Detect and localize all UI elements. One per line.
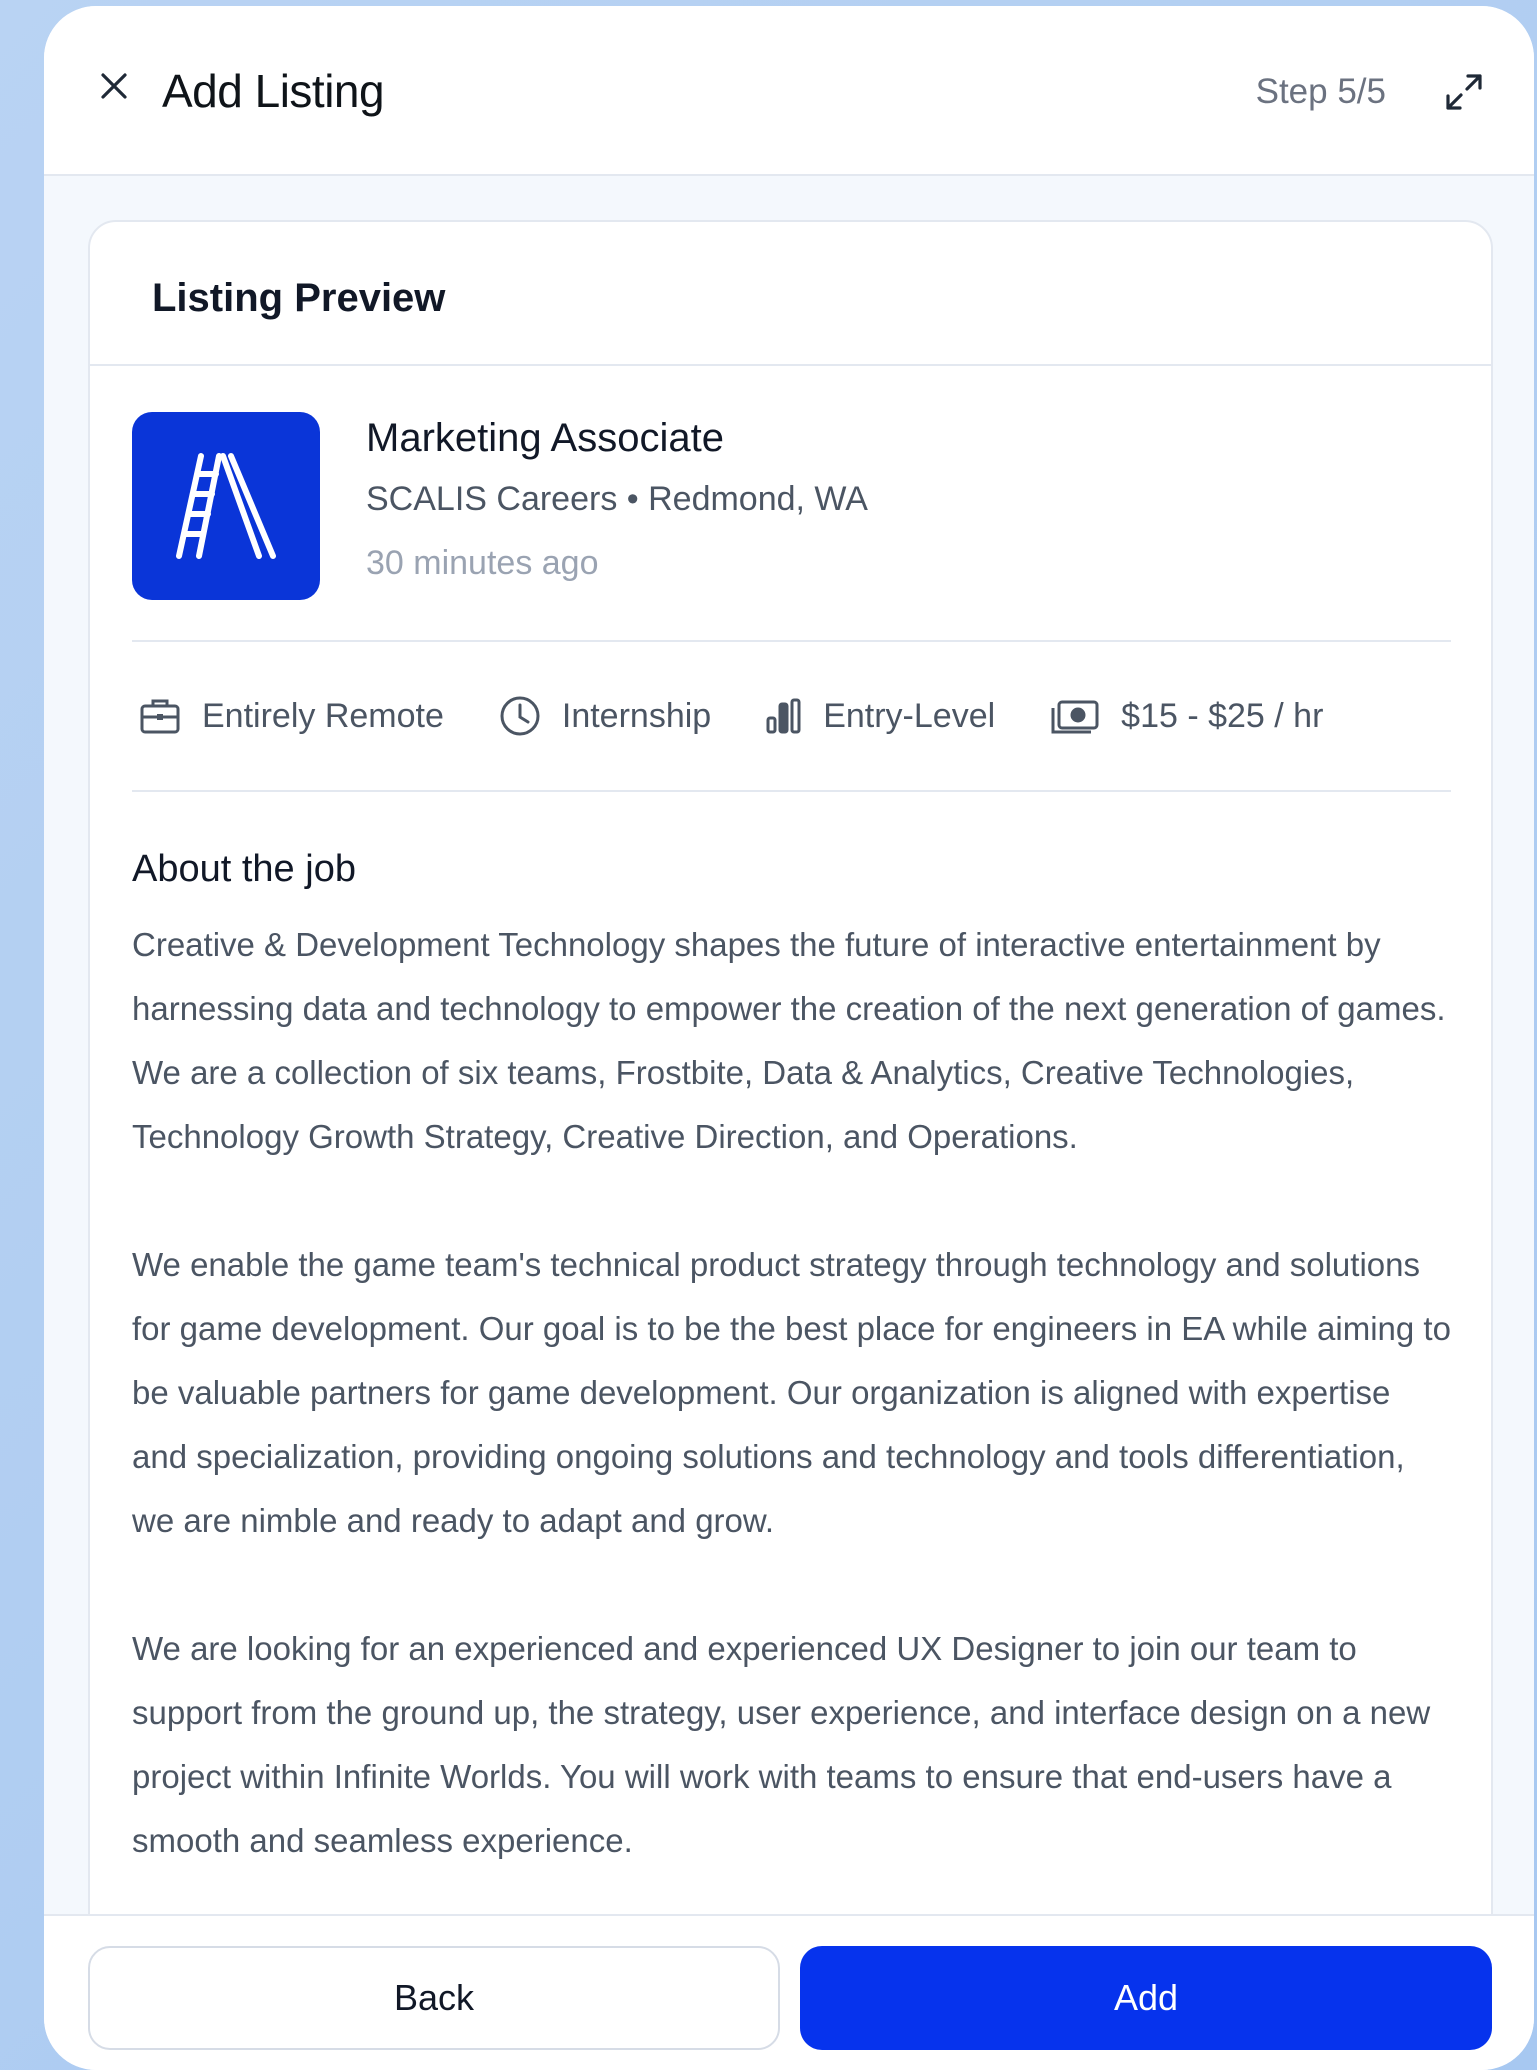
modal-footer: Back Add — [44, 1914, 1534, 2070]
money-icon — [1051, 700, 1099, 734]
modal-title: Add Listing — [162, 65, 385, 117]
tag-work-type: Entirely Remote — [138, 696, 444, 736]
tag-label: Internship — [561, 696, 712, 735]
add-button[interactable]: Add — [800, 1946, 1492, 2050]
tag-employment: Internship — [498, 694, 711, 738]
posted-time: 30 minutes ago — [366, 544, 599, 582]
tag-level: Entry-Level — [765, 696, 995, 736]
card-title: Listing Preview — [152, 276, 446, 320]
card-body: Marketing Associate SCALIS Careers • Red… — [90, 366, 1491, 1873]
clock-icon — [500, 696, 540, 736]
job-title: Marketing Associate — [366, 416, 724, 460]
job-header: Marketing Associate SCALIS Careers • Red… — [132, 366, 1451, 642]
about-heading: About the job — [132, 848, 356, 890]
bar-chart-icon — [766, 698, 801, 734]
back-button[interactable]: Back — [88, 1946, 780, 2050]
ladder-logo-icon — [176, 453, 276, 559]
briefcase-icon — [140, 699, 180, 734]
about-paragraph: We enable the game team's technical prod… — [132, 1246, 1451, 1539]
tag-pay: $15 - $25 / hr — [1049, 696, 1323, 736]
job-tags: Entirely Remote Internship Entry-Level $… — [132, 642, 1451, 792]
expand-icon[interactable] — [1442, 70, 1486, 114]
modal-header: Add Listing Step 5/5 — [44, 6, 1534, 176]
company-location: SCALIS Careers • Redmond, WA — [366, 480, 868, 518]
company-logo — [132, 412, 320, 600]
about-paragraph: Creative & Development Technology shapes… — [132, 926, 1446, 1155]
close-icon[interactable] — [96, 68, 132, 104]
step-indicator: Step 5/5 — [1255, 72, 1386, 111]
tag-label: Entirely Remote — [202, 696, 444, 735]
listing-preview-card: Listing Preview Marketing Associate SCAL… — [88, 220, 1493, 1960]
about-paragraph: We are looking for an experienced and ex… — [132, 1630, 1431, 1859]
add-listing-modal: Add Listing Step 5/5 Listing Preview Mar… — [44, 6, 1534, 2070]
tag-label: Entry-Level — [823, 696, 996, 735]
card-header: Listing Preview — [90, 222, 1491, 366]
tag-label: $15 - $25 / hr — [1121, 696, 1324, 735]
